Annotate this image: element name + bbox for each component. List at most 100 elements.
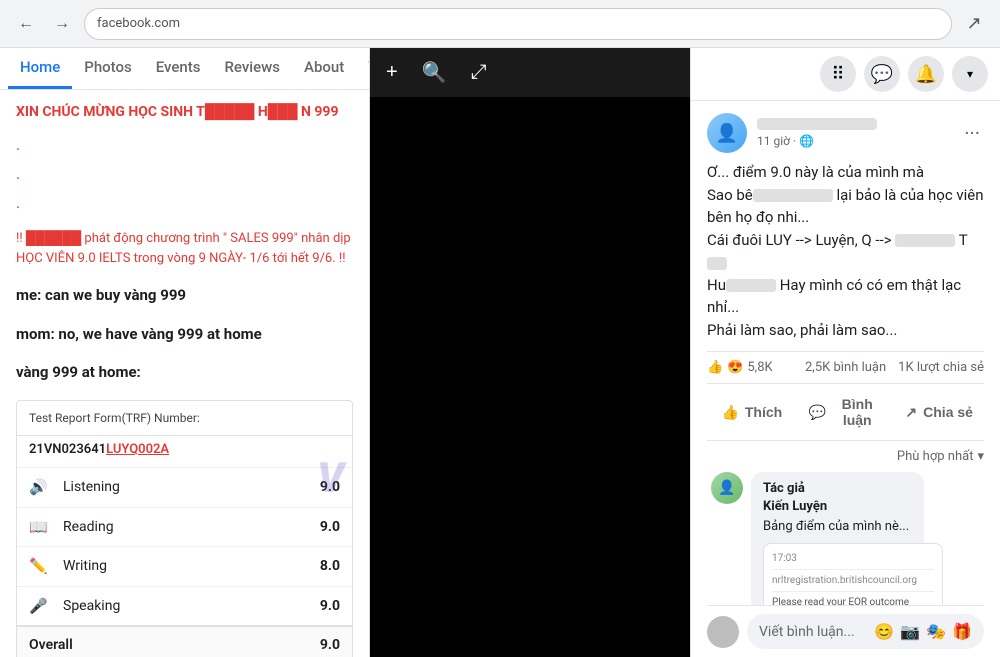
love-emoji: 😍: [727, 360, 743, 375]
sort-label: Phù hợp nhất: [897, 449, 974, 464]
promo-text: ‼ ██████ phát động chương trình " SALES …: [16, 229, 353, 268]
comment-button[interactable]: 💬 Bình luận: [801, 388, 891, 436]
share-label: Chia sẻ: [923, 404, 973, 420]
commenter-avatar-icon: 👤: [718, 480, 735, 496]
like-button[interactable]: 👍 Thích: [707, 388, 797, 436]
comment-label: Bình luận: [832, 396, 882, 428]
post-text-line2: Sao bê lại bảo là của học viên bên họ đọ…: [707, 184, 984, 229]
comment-icon: 💬: [809, 404, 826, 421]
speaking-row: 🎤 Speaking 9.0: [17, 586, 352, 626]
comment-placeholder: Viết bình luận...: [759, 624, 855, 640]
photo-icon[interactable]: 📷: [900, 622, 920, 641]
post-text-line1: Ơ... điểm 9.0 này là của mình mà: [707, 161, 984, 184]
bell-icon: 🔔: [915, 64, 937, 85]
zoom-out-button[interactable]: 🔍: [418, 56, 451, 89]
speaking-icon: 🎤: [29, 595, 53, 618]
tab-reviews[interactable]: Reviews: [212, 48, 292, 89]
messenger-icon-button[interactable]: 💬: [864, 56, 900, 92]
comment-author: Tác giả Kiến Luyện: [763, 480, 912, 516]
image-area: [370, 97, 690, 657]
author-tag: Tác giả: [763, 481, 805, 496]
main-content: Home Photos Events Reviews About Video X…: [0, 48, 1000, 657]
joke-line1: me: can we buy vàng 999: [16, 284, 353, 307]
like-label: Thích: [745, 404, 782, 420]
top-icon-bar: ⠿ 💬 🔔 ▾: [691, 48, 1000, 101]
comment-input-icons: 😊 📷 🎭 🎁: [874, 622, 972, 641]
bell-icon-button[interactable]: 🔔: [908, 56, 944, 92]
writing-value: 8.0: [320, 556, 340, 577]
comment-avatar: 👤: [711, 472, 743, 504]
like-emoji: 👍: [707, 360, 723, 375]
reactions-right: 2,5K bình luận 1K lượt chia sẻ: [805, 360, 984, 375]
reading-row: 📖 Reading 9.0: [17, 507, 352, 547]
comments-count: 2,5K bình luận: [805, 360, 886, 375]
post-author-avatar: 👤: [707, 113, 747, 153]
screenshot-time: 17:03: [772, 552, 934, 570]
expand-button[interactable]: ⤢: [467, 57, 491, 88]
reaction-count: 5,8K: [747, 360, 772, 375]
image-viewer: + 🔍 ⤢: [370, 48, 690, 657]
writing-icon: ✏️: [29, 555, 53, 578]
overall-label: Overall: [29, 635, 320, 656]
forward-button[interactable]: →: [48, 10, 76, 38]
tab-home[interactable]: Home: [8, 48, 72, 89]
like-icon: 👍: [721, 404, 738, 421]
share-button[interactable]: ↗ Chia sẻ: [894, 388, 984, 436]
overall-value: 9.0: [320, 635, 340, 656]
reading-icon: 📖: [29, 516, 53, 539]
trf-label: Test Report Form(TRF) Number:: [17, 401, 352, 436]
tab-photos[interactable]: Photos: [72, 48, 143, 89]
left-post-content: XIN CHÚC MỪNG HỌC SINH T█████ H███ N 999…: [0, 90, 369, 657]
back-button[interactable]: ←: [12, 10, 40, 38]
reading-value: 9.0: [320, 517, 340, 538]
sticker-icon[interactable]: 🎭: [926, 622, 946, 641]
reactions-left: 👍 😍 5,8K: [707, 360, 773, 375]
comment-input-avatar: [707, 616, 739, 648]
post-text: Ơ... điểm 9.0 này là của mình mà Sao bê …: [707, 161, 984, 341]
sort-row[interactable]: Phù hợp nhất ▾: [707, 441, 984, 472]
grid-icon-button[interactable]: ⠿: [820, 56, 856, 92]
gift-icon[interactable]: 🎁: [952, 622, 972, 641]
tab-events[interactable]: Events: [144, 48, 213, 89]
screenshot-site: nrltregistration.britishcouncil.org: [772, 574, 934, 592]
post-author-row: 👤 11 giờ · 🌐 ···: [707, 113, 984, 153]
address-text: facebook.com: [97, 16, 939, 31]
comment-text: Bảng điểm của mình nè...: [763, 518, 912, 536]
reactions-row: 👍 😍 5,8K 2,5K bình luận 1K lượt chia sẻ: [707, 351, 984, 384]
chevron-down-icon-button[interactable]: ▾: [952, 56, 988, 92]
listening-row: 🔊 Listening 9.0: [17, 467, 352, 507]
share-button[interactable]: ↗: [960, 10, 988, 38]
comment-input-box[interactable]: Viết bình luận... 😊 📷 🎭 🎁: [747, 614, 984, 649]
speaking-label: Speaking: [63, 596, 320, 617]
listening-label: Listening: [63, 477, 320, 498]
grid-icon: ⠿: [831, 64, 844, 85]
tab-about[interactable]: About: [292, 48, 356, 89]
more-options-button[interactable]: ···: [960, 117, 984, 149]
overall-row: Overall 9.0: [17, 625, 352, 657]
joke-line3: vàng 999 at home:: [16, 361, 353, 384]
joke-line2: mom: no, we have vàng 999 at home: [16, 323, 353, 346]
action-row: 👍 Thích 💬 Bình luận ↗ Chia sẻ: [707, 384, 984, 441]
comment-input-row: Viết bình luận... 😊 📷 🎭 🎁: [707, 605, 984, 657]
share-icon: ↗: [905, 404, 917, 421]
tab-video[interactable]: Video: [356, 48, 370, 89]
listening-icon: 🔊: [29, 476, 53, 499]
emoji-icon[interactable]: 😊: [874, 622, 894, 641]
left-panel: Home Photos Events Reviews About Video X…: [0, 48, 370, 657]
author-name-blurred: [757, 118, 877, 130]
author-info: 11 giờ · 🌐: [757, 118, 960, 148]
speaking-value: 9.0: [320, 596, 340, 617]
chevron-down-icon: ▾: [967, 67, 973, 81]
score-card: Test Report Form(TRF) Number: 21VN023641…: [16, 400, 353, 657]
address-bar[interactable]: facebook.com: [84, 8, 952, 40]
right-panel: ⠿ 💬 🔔 ▾ 👤 11 giờ · 🌐: [690, 48, 1000, 657]
right-post: 👤 11 giờ · 🌐 ··· Ơ... điểm 9.0 này là củ…: [691, 101, 1000, 657]
messenger-icon: 💬: [871, 64, 893, 85]
nav-tabs: Home Photos Events Reviews About Video: [0, 48, 369, 90]
reading-label: Reading: [63, 517, 320, 538]
writing-row: ✏️ Writing 8.0: [17, 546, 352, 586]
post-header: XIN CHÚC MỪNG HỌC SINH T█████ H███ N 999: [16, 102, 353, 123]
post-bullets: . . .: [16, 131, 353, 217]
zoom-in-button[interactable]: +: [382, 57, 402, 88]
post-text-line4: Hu Hay mình có có em thật lạc nhỉ...: [707, 274, 984, 319]
